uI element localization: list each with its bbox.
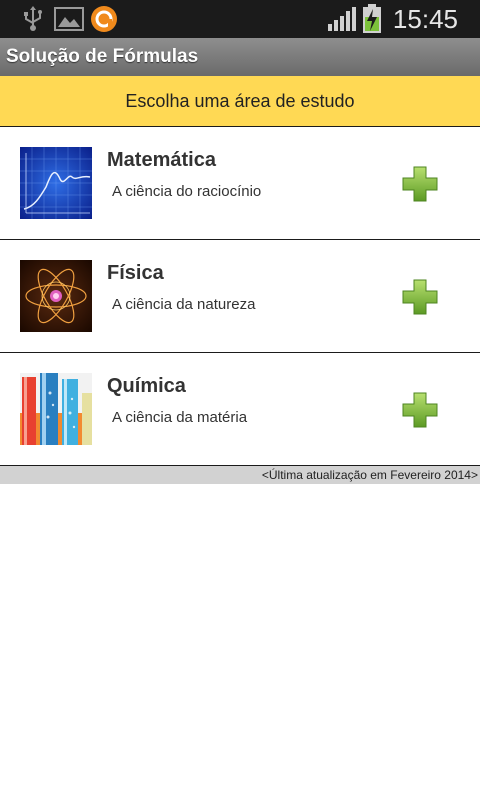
usb-icon bbox=[24, 6, 42, 31]
list-item-quimica[interactable]: Química A ciência da matéria bbox=[0, 353, 480, 466]
area-title: Química bbox=[107, 375, 186, 397]
areas-list: Matemática A ciência do raciocínio Físic… bbox=[0, 127, 480, 466]
plus-icon[interactable] bbox=[401, 391, 439, 429]
plus-icon[interactable] bbox=[401, 165, 439, 203]
list-item-matematica[interactable]: Matemática A ciência do raciocínio bbox=[0, 127, 480, 240]
area-title: Matemática bbox=[107, 149, 216, 171]
battery-charging-icon bbox=[363, 4, 381, 33]
test-tubes-thumbnail bbox=[20, 373, 92, 445]
area-title: Física bbox=[107, 262, 164, 284]
status-clock: 15:45 bbox=[392, 4, 458, 34]
plus-icon[interactable] bbox=[401, 278, 439, 316]
footer-bar: <Última atualização em Fevereiro 2014> bbox=[0, 466, 480, 484]
last-update-text: <Última atualização em Fevereiro 2014> bbox=[261, 468, 478, 482]
app-title: Solução de Fórmulas bbox=[6, 46, 199, 67]
area-subtitle: A ciência da matéria bbox=[112, 409, 248, 426]
app-notification-icon bbox=[91, 6, 117, 32]
atom-thumbnail bbox=[20, 260, 92, 332]
math-graph-thumbnail bbox=[20, 147, 92, 219]
app-screen: 15:45 Solução de Fórmulas Escolha uma ár… bbox=[0, 0, 480, 800]
area-subtitle: A ciência da natureza bbox=[112, 296, 256, 313]
gallery-icon bbox=[54, 7, 84, 31]
action-bar: Solução de Fórmulas bbox=[0, 38, 480, 76]
area-subtitle: A ciência do raciocínio bbox=[112, 183, 262, 200]
status-bar: 15:45 bbox=[0, 0, 480, 38]
list-item-fisica[interactable]: Física A ciência da natureza bbox=[0, 240, 480, 353]
section-header: Escolha uma área de estudo bbox=[0, 76, 480, 127]
signal-icon bbox=[328, 7, 356, 31]
